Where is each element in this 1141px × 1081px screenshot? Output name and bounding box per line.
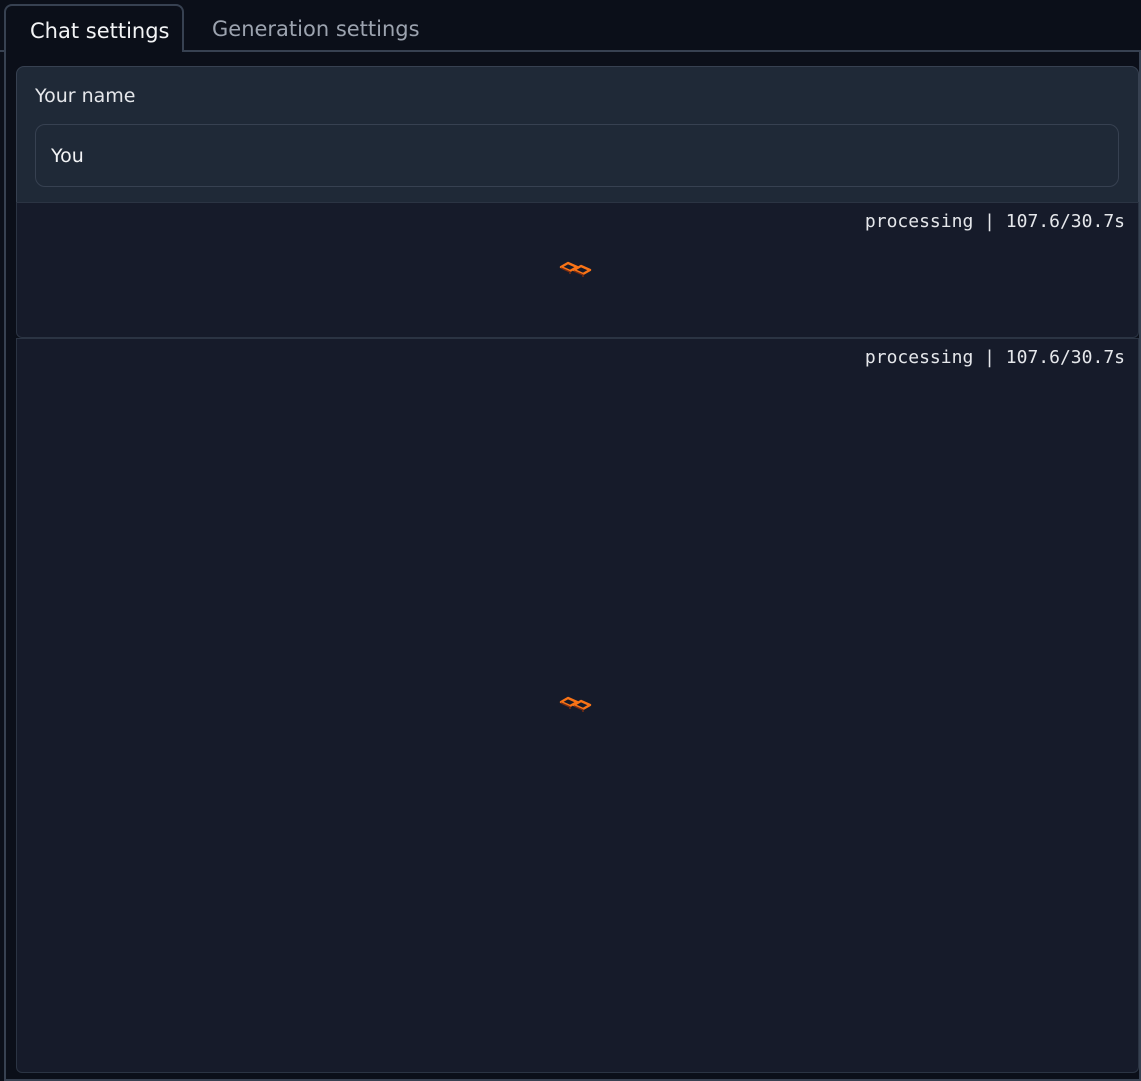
app-root: Chat settings Generation settings Your n… (0, 0, 1141, 1081)
processing-status-2: processing | 107.6/30.7s (864, 347, 1125, 368)
tab-generation-settings[interactable]: Generation settings (188, 4, 444, 54)
processing-panel-1: processing | 107.6/30.7s (16, 202, 1139, 338)
your-name-block: Your name (16, 66, 1139, 206)
processing-panel-2: processing | 107.6/30.7s (16, 338, 1139, 1073)
your-name-label: Your name (35, 85, 136, 107)
tab-bar: Chat settings Generation settings (0, 0, 1141, 54)
tab-chat-settings[interactable]: Chat settings (4, 4, 184, 54)
loading-spinner-icon (559, 696, 592, 712)
your-name-input[interactable] (35, 124, 1119, 187)
processing-status-1: processing | 107.6/30.7s (864, 211, 1125, 232)
loading-spinner-icon (559, 261, 592, 277)
